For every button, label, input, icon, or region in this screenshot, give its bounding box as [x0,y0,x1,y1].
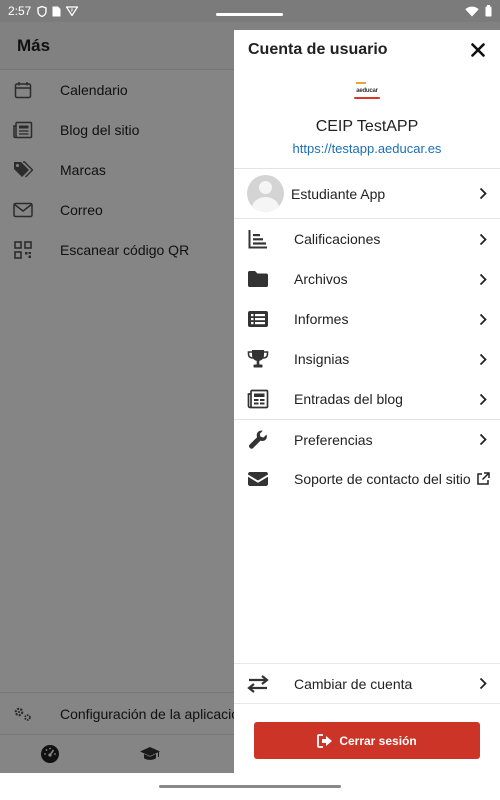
menu-item-label: Calificaciones [294,231,381,247]
chevron-right-icon [478,312,488,326]
logout-area: Cerrar sesión [234,703,500,773]
menu-item-contact-support[interactable]: Soporte de contacto del sitio [234,459,500,499]
user-profile-row[interactable]: Estudiante App [234,168,500,219]
shield-icon [37,5,48,17]
svg-text:P: P [71,8,74,14]
switch-account-label: Cambiar de cuenta [294,675,413,692]
site-logo: aeducar [352,81,382,101]
wifi-icon [465,6,479,16]
site-logo-text: aeducar [356,88,378,94]
status-bar: 2:57 P [0,0,500,22]
folder-icon [247,268,269,290]
site-name: CEIP TestAPP [315,118,419,135]
menu-item-files[interactable]: Archivos [234,259,500,299]
avatar [247,175,284,212]
close-icon [471,43,485,57]
close-button[interactable] [468,40,488,60]
home-gesture-handle[interactable] [159,785,341,788]
chevron-right-icon [478,272,488,286]
menu-item-reports[interactable]: Informes [234,299,500,339]
sim-icon [52,6,61,16]
wrench-icon [247,429,269,451]
user-account-drawer: Cuenta de usuario aeducar CEIP TestAPP h… [234,30,500,773]
switch-account-row[interactable]: Cambiar de cuenta [234,663,500,703]
vpn-icon: P [66,6,79,16]
menu-item-label: Informes [294,311,349,327]
status-time: 2:57 [8,4,32,18]
system-nav-bar [0,773,500,800]
external-link-icon [476,472,490,486]
chevron-right-icon [478,392,488,406]
status-icons: P [37,5,79,17]
chevron-right-icon [478,232,488,246]
grades-chart-icon [247,228,269,250]
chevron-right-icon [478,677,488,691]
chevron-right-icon [478,352,488,366]
sign-out-icon [317,733,333,748]
envelope-icon [247,468,269,490]
chevron-right-icon [478,187,488,201]
menu-item-label: Entradas del blog [294,391,403,407]
list-report-icon [247,308,269,330]
menu-item-grades[interactable]: Calificaciones [234,219,500,259]
site-logo-area: aeducar [234,70,500,112]
logout-button[interactable]: Cerrar sesión [254,722,480,759]
chevron-right-icon [478,433,488,447]
status-right-icons [465,5,492,17]
battery-icon [485,5,492,17]
menu-item-label: Soporte de contacto del sitio [294,471,471,487]
logout-label: Cerrar sesión [339,733,417,748]
menu-item-label: Archivos [294,271,348,287]
exchange-icon [247,673,269,695]
drawer-header: Cuenta de usuario [234,30,500,70]
menu-item-preferences[interactable]: Preferencias [234,419,500,459]
drawer-title: Cuenta de usuario [248,41,388,58]
menu-item-blog-entries[interactable]: Entradas del blog [234,379,500,419]
trophy-icon [247,348,269,370]
drawer-menu: Calificaciones Archivos Informes Insigni… [234,219,500,499]
site-url-link[interactable]: https://testapp.aeducar.es [234,141,500,161]
menu-item-label: Preferencias [294,431,373,448]
newspaper-icon [247,388,269,410]
menu-item-label: Insignias [294,351,350,367]
menu-item-badges[interactable]: Insignias [234,339,500,379]
user-name: Estudiante App [291,185,386,202]
status-pill [216,13,283,16]
